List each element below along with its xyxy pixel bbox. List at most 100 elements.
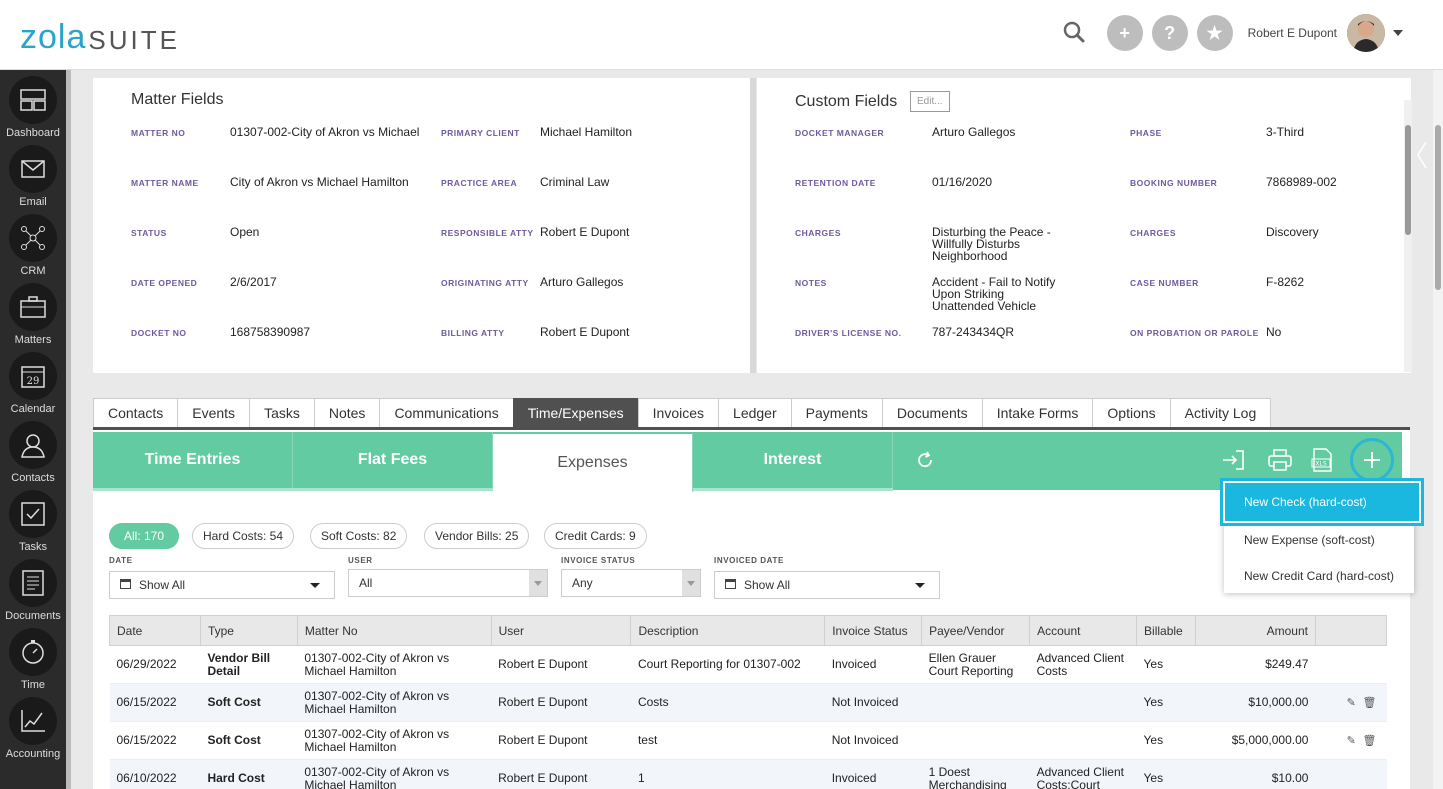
- add-icon[interactable]: +: [1106, 15, 1143, 51]
- cell-matter[interactable]: 01307-002-City of Akron vs Michael Hamil…: [297, 683, 492, 722]
- column-header-type[interactable]: Type: [199, 615, 298, 646]
- tab-contacts[interactable]: Contacts: [93, 398, 178, 428]
- cell-user: Robert E Dupont: [491, 721, 631, 760]
- column-header-payee-vendor[interactable]: Payee/Vendor: [921, 615, 1031, 646]
- invoiced-date-filter-select[interactable]: Show All: [714, 571, 940, 599]
- cell-type[interactable]: Soft Cost: [200, 683, 298, 722]
- column-header-invoice-status[interactable]: Invoice Status: [824, 615, 923, 646]
- scrollbar-thumb[interactable]: [1405, 125, 1411, 235]
- subtab-flat-fees[interactable]: Flat Fees: [293, 432, 493, 488]
- filter-pill-all[interactable]: All: 170: [109, 523, 179, 549]
- matter-fields-scrollbar[interactable]: [750, 78, 756, 373]
- sidebar-item-calendar[interactable]: 29 Calendar: [0, 346, 66, 415]
- date-filter-select[interactable]: Show All: [109, 571, 335, 599]
- filter-pill-vendor-bills[interactable]: Vendor Bills: 25: [424, 523, 530, 549]
- user-menu-chevron-down-icon[interactable]: [1393, 30, 1403, 36]
- add-expense-button[interactable]: [1350, 438, 1394, 482]
- menu-item-new-check[interactable]: New Check (hard-cost): [1225, 483, 1419, 521]
- column-header-amount[interactable]: Amount: [1195, 615, 1316, 646]
- filter-pill-credit-cards[interactable]: Credit Cards: 9: [544, 523, 647, 549]
- custom-fields-scrollbar[interactable]: [1404, 100, 1412, 372]
- user-name[interactable]: Robert E Dupont: [1248, 26, 1337, 40]
- calendar-icon: [725, 578, 736, 592]
- cell-type[interactable]: Soft Cost: [200, 721, 298, 760]
- menu-item-new-expense[interactable]: New Expense (soft-cost): [1224, 522, 1414, 558]
- page-scrollbar[interactable]: [1433, 70, 1443, 789]
- table-row[interactable]: 06/15/2022 Soft Cost 01307-002-City of A…: [109, 683, 1387, 722]
- refresh-icon[interactable]: [911, 446, 939, 474]
- subtab-bar: Time Entries Flat Fees Expenses Interest…: [93, 432, 1402, 492]
- sidebar-item-crm[interactable]: CRM: [0, 208, 66, 277]
- cell-actions: ✎ 🗑: [1315, 721, 1387, 760]
- tab-payments[interactable]: Payments: [790, 398, 882, 428]
- help-icon[interactable]: ?: [1151, 15, 1188, 51]
- sidebar-item-label: Dashboard: [6, 127, 60, 139]
- zolasuite-logo[interactable]: zola SUITE: [20, 18, 180, 54]
- cell-matter[interactable]: 01307-002-City of Akron vs Michael Hamil…: [297, 759, 492, 789]
- sidebar-item-documents[interactable]: Documents: [0, 553, 66, 622]
- tab-communications[interactable]: Communications: [379, 398, 513, 428]
- field-label: RESPONSIBLE ATTY: [441, 228, 534, 238]
- sidebar-item-label: Email: [19, 196, 47, 208]
- sidebar-item-email[interactable]: Email: [0, 139, 66, 208]
- field-value: Open: [230, 225, 260, 239]
- column-header-date[interactable]: Date: [109, 615, 201, 646]
- subtab-time-entries[interactable]: Time Entries: [93, 432, 293, 488]
- sidebar-item-dashboard[interactable]: Dashboard: [0, 70, 66, 139]
- cell-billable: Yes: [1136, 683, 1196, 722]
- chart-icon: [9, 697, 57, 745]
- edit-pencil-icon[interactable]: ✎: [1347, 697, 1356, 709]
- export-icon[interactable]: [1219, 446, 1247, 474]
- edit-custom-fields-button[interactable]: Edit...: [910, 91, 950, 112]
- search-icon[interactable]: [1061, 19, 1089, 47]
- column-header-matter-no[interactable]: Matter No: [296, 615, 492, 646]
- tab-tasks[interactable]: Tasks: [249, 398, 314, 428]
- tab-documents[interactable]: Documents: [881, 398, 982, 428]
- xls-export-icon[interactable]: XLS: [1308, 446, 1336, 474]
- sidebar-item-accounting[interactable]: Accounting: [0, 691, 66, 760]
- table-row[interactable]: 06/15/2022 Soft Cost 01307-002-City of A…: [109, 721, 1387, 760]
- collapse-panel-chevron-left-icon[interactable]: [1416, 140, 1428, 170]
- menu-item-new-credit-card[interactable]: New Credit Card (hard-cost): [1224, 558, 1414, 594]
- sidebar-item-matters[interactable]: Matters: [0, 277, 66, 346]
- trash-icon[interactable]: 🗑: [1363, 697, 1377, 709]
- avatar[interactable]: [1347, 14, 1385, 52]
- cell-matter[interactable]: 01307-002-City of Akron vs Michael Hamil…: [297, 645, 492, 684]
- edit-pencil-icon[interactable]: ✎: [1347, 735, 1356, 747]
- tab-intake-forms[interactable]: Intake Forms: [981, 398, 1093, 428]
- subtab-interest[interactable]: Interest: [693, 432, 893, 488]
- tab-notes[interactable]: Notes: [313, 398, 380, 428]
- trash-icon[interactable]: 🗑: [1363, 735, 1377, 747]
- user-filter-select[interactable]: All: [348, 569, 548, 597]
- column-header-billable[interactable]: Billable: [1136, 615, 1197, 646]
- tab-events[interactable]: Events: [177, 398, 250, 428]
- filter-pill-hard-costs[interactable]: Hard Costs: 54: [192, 523, 295, 549]
- star-icon[interactable]: ★: [1196, 15, 1233, 51]
- cell-type[interactable]: Hard Cost: [200, 759, 298, 789]
- tab-invoices[interactable]: Invoices: [637, 398, 719, 428]
- cell-date: 06/10/2022: [109, 759, 201, 789]
- cell-matter[interactable]: 01307-002-City of Akron vs Michael Hamil…: [297, 721, 492, 760]
- tab-options[interactable]: Options: [1092, 398, 1170, 428]
- cell-description: test: [630, 721, 825, 760]
- field-value: 01/16/2020: [932, 175, 993, 189]
- print-icon[interactable]: [1266, 446, 1294, 474]
- tab-time-expenses[interactable]: Time/Expenses: [512, 398, 638, 428]
- column-header-account[interactable]: Account: [1029, 615, 1138, 646]
- column-header-user[interactable]: User: [490, 615, 632, 646]
- sidebar-item-time[interactable]: Time: [0, 622, 66, 691]
- subtab-expenses[interactable]: Expenses: [493, 432, 693, 492]
- table-row[interactable]: 06/10/2022 Hard Cost 01307-002-City of A…: [109, 759, 1387, 789]
- table-row[interactable]: 06/29/2022 Vendor Bill Detail 01307-002-…: [109, 645, 1387, 684]
- tab-activity-log[interactable]: Activity Log: [1169, 398, 1272, 428]
- column-header-description[interactable]: Description: [630, 615, 826, 646]
- sidebar-item-contacts[interactable]: Contacts: [0, 415, 66, 484]
- filter-pill-soft-costs[interactable]: Soft Costs: 82: [310, 523, 408, 549]
- invoice-status-filter-select[interactable]: Any: [561, 569, 701, 597]
- field-value: 168758390987: [230, 325, 311, 339]
- sidebar-item-tasks[interactable]: Tasks: [0, 484, 66, 553]
- tab-ledger[interactable]: Ledger: [718, 398, 791, 428]
- crm-icon: [9, 214, 57, 262]
- cell-type[interactable]: Vendor Bill Detail: [200, 645, 298, 684]
- page-scrollbar-thumb[interactable]: [1435, 125, 1441, 290]
